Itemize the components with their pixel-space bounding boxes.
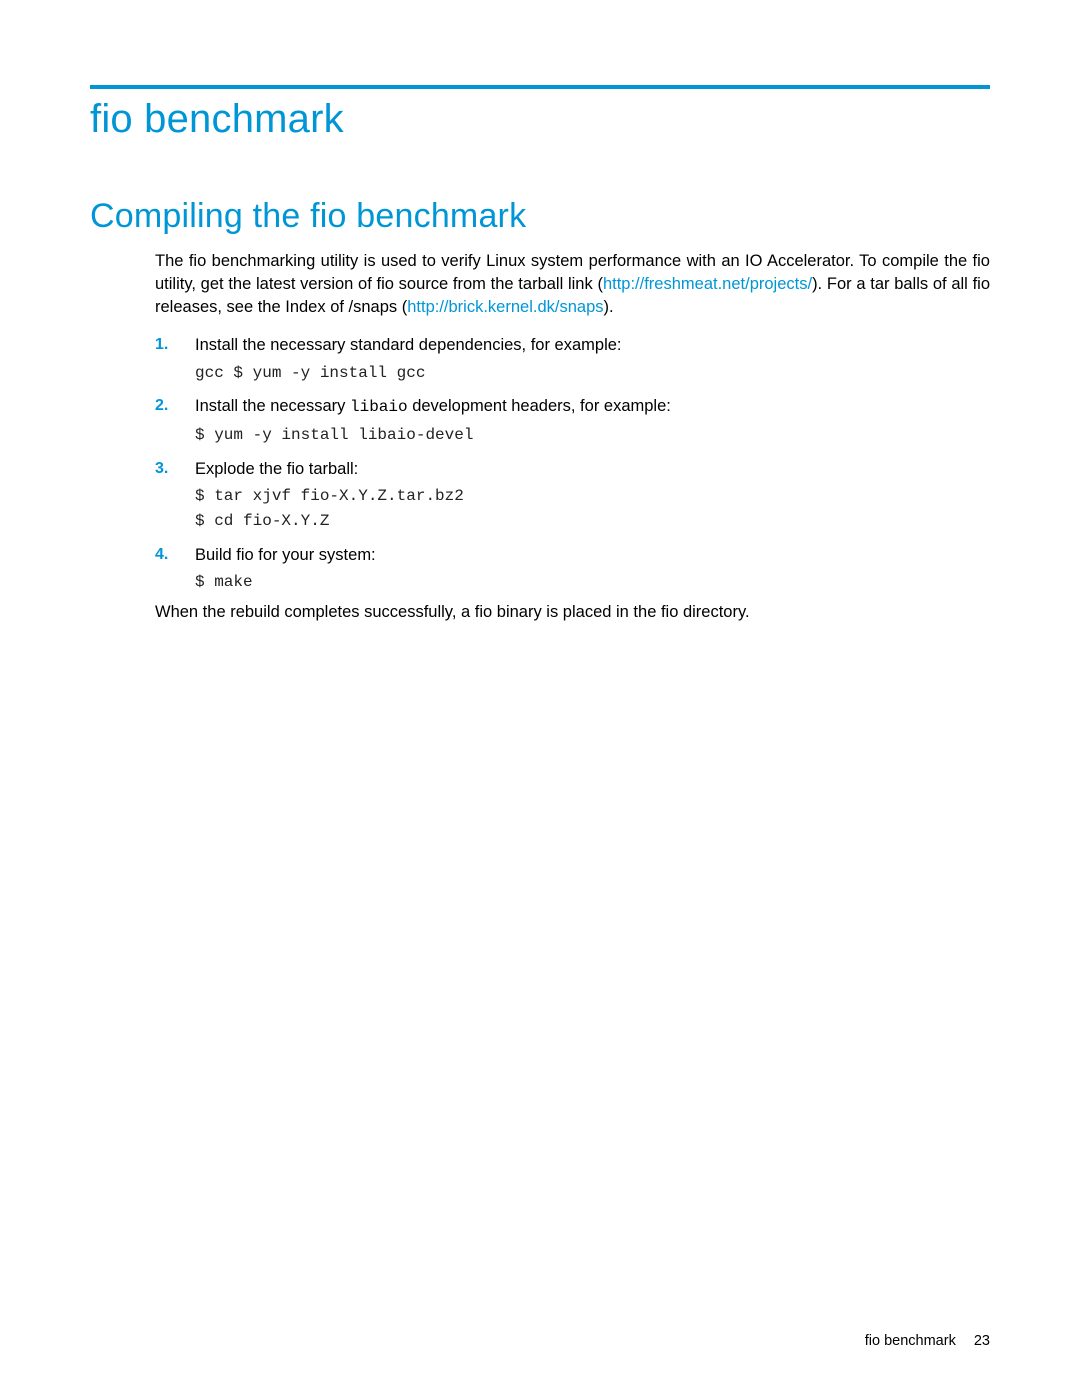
- body-content: The fio benchmarking utility is used to …: [155, 250, 990, 622]
- step-2-code: $ yum -y install libaio-devel: [195, 423, 990, 448]
- step-4-text: Build fio for your system:: [195, 546, 376, 564]
- page: fio benchmark Compiling the fio benchmar…: [0, 0, 1080, 1397]
- step-1-text: Install the necessary standard dependenc…: [195, 336, 622, 354]
- footer-page-number: 23: [974, 1333, 990, 1349]
- top-rule: [90, 85, 990, 89]
- step-4-code: $ make: [195, 570, 990, 595]
- step-2-text-after: development headers, for example:: [408, 397, 671, 415]
- step-3: Explode the fio tarball: $ tar xjvf fio-…: [155, 456, 990, 534]
- footer-label: fio benchmark: [865, 1333, 956, 1349]
- page-title: fio benchmark: [90, 97, 990, 142]
- closing-paragraph: When the rebuild completes successfully,…: [155, 603, 990, 622]
- step-2-inline-code: libaio: [350, 398, 408, 416]
- step-2-text-before: Install the necessary: [195, 397, 350, 415]
- section-title: Compiling the fio benchmark: [90, 197, 990, 236]
- step-1: Install the necessary standard dependenc…: [155, 332, 990, 385]
- step-2-text: Install the necessary libaio development…: [195, 397, 671, 415]
- step-3-text: Explode the fio tarball:: [195, 460, 358, 478]
- step-1-code: gcc $ yum -y install gcc: [195, 361, 990, 386]
- step-3-code: $ tar xjvf fio-X.Y.Z.tar.bz2 $ cd fio-X.…: [195, 484, 990, 534]
- link-freshmeat[interactable]: http://freshmeat.net/projects/: [603, 275, 812, 293]
- step-4: Build fio for your system: $ make: [155, 542, 990, 595]
- link-brick-kernel[interactable]: http://brick.kernel.dk/snaps: [407, 298, 603, 316]
- steps-list: Install the necessary standard dependenc…: [155, 332, 990, 595]
- intro-text-3: ).: [604, 298, 614, 316]
- step-2: Install the necessary libaio development…: [155, 393, 990, 447]
- page-footer: fio benchmark 23: [865, 1333, 990, 1349]
- intro-paragraph: The fio benchmarking utility is used to …: [155, 250, 990, 318]
